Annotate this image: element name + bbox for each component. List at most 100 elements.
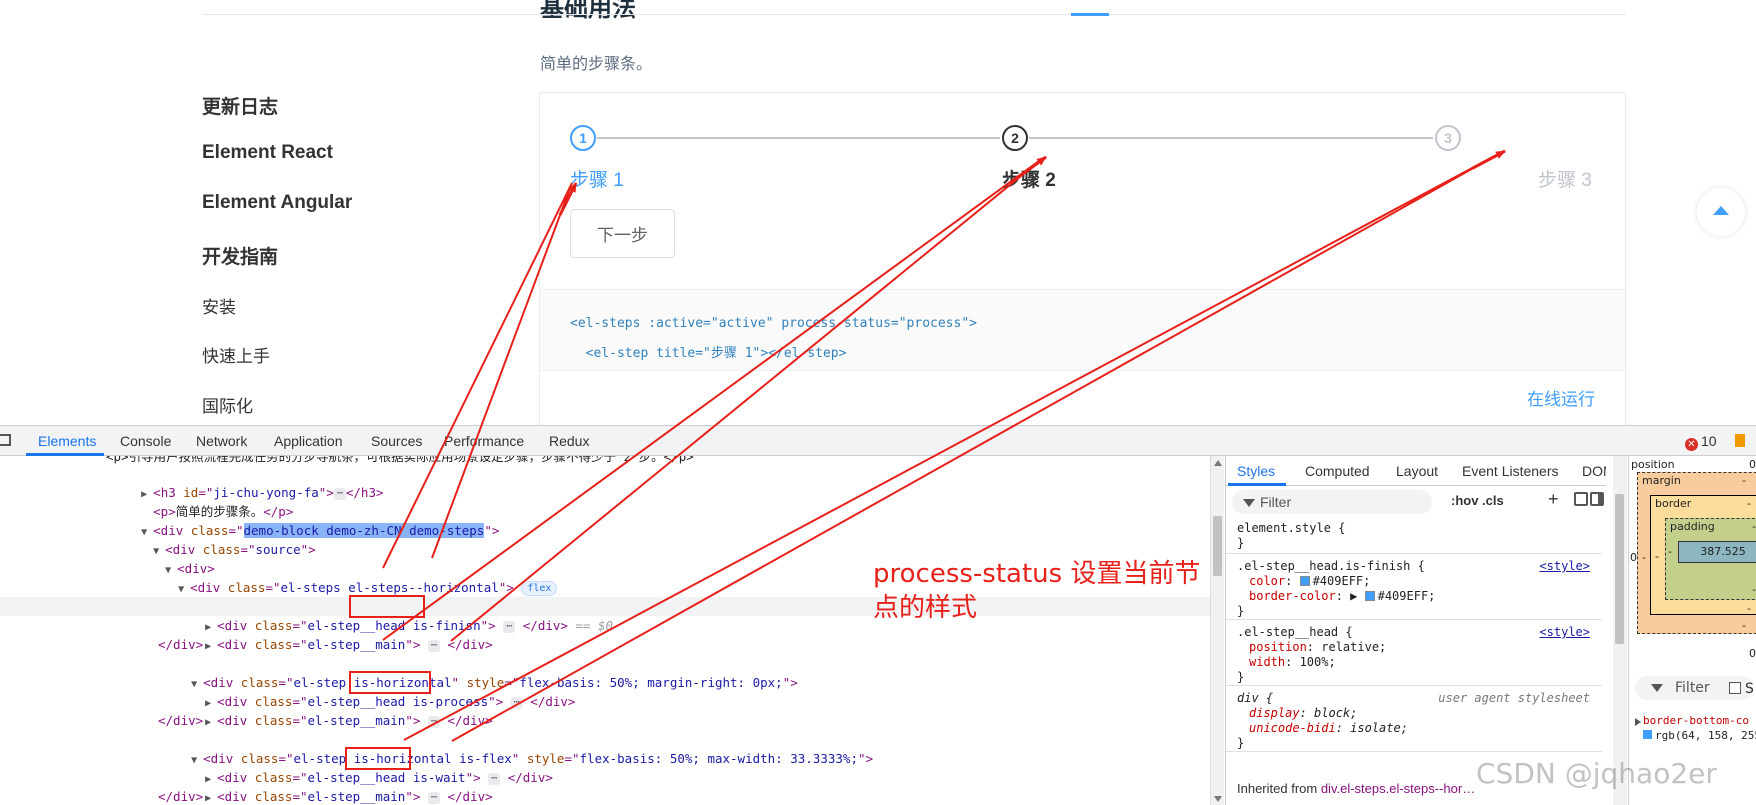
- step-line-1: [597, 137, 1000, 139]
- tab-sources[interactable]: Sources: [371, 433, 422, 449]
- color-swatch[interactable]: [1364, 591, 1375, 601]
- rule-step-head-finish[interactable]: .el-step__head.is-finish { <style> color…: [1226, 554, 1602, 620]
- filter-icon: [1243, 499, 1255, 507]
- box-border: border - - padding - - 387.525 - -: [1650, 495, 1756, 615]
- filter-icon: [1651, 684, 1663, 692]
- styles-filter-input[interactable]: Filter: [1232, 490, 1432, 514]
- ellipsis-badge[interactable]: ⋯: [503, 621, 516, 633]
- code-line-1: <el-steps :active="active" process-statu…: [570, 316, 977, 331]
- dom-tree: <p>引导用户按照流程完成任务的分步导航条，可根据实际应用场景设定步骤，步骤不得…: [0, 456, 1215, 805]
- tab-layout[interactable]: Layout: [1396, 463, 1438, 479]
- rule-element-style[interactable]: element.style { }: [1226, 518, 1602, 554]
- nav-changelog[interactable]: 更新日志: [202, 92, 278, 119]
- styles-scrollbar[interactable]: [1613, 456, 1627, 805]
- ellipsis-badge[interactable]: ⋯: [333, 488, 346, 500]
- watermark: CSDN @jqhao2er: [1476, 757, 1717, 790]
- ellipsis-badge[interactable]: ⋯: [510, 697, 523, 709]
- dom-demo-block[interactable]: ▼ <div class="demo-block demo-zh-CN demo-…: [96, 502, 499, 538]
- nav-element-react[interactable]: Element React: [202, 142, 333, 164]
- back-to-top-button[interactable]: [1697, 188, 1745, 236]
- dom-step-1-main[interactable]: ▶ <div class="el-step__main"> ⋯ </div>: [160, 616, 493, 652]
- step-line-2: [1029, 137, 1433, 139]
- highlight-is-wait: [345, 747, 411, 770]
- nav-quickstart[interactable]: 快速上手: [202, 342, 270, 367]
- dock-icon[interactable]: [0, 434, 11, 446]
- tab-computed[interactable]: Computed: [1305, 463, 1370, 479]
- dom-source[interactable]: ▼ <div class="source">: [108, 521, 316, 557]
- style-source-link[interactable]: <style>: [1539, 558, 1590, 574]
- nav-element-angular[interactable]: Element Angular: [202, 192, 352, 214]
- dom-step-2-close: </div>: [158, 713, 204, 728]
- error-counter[interactable]: ✕ 10: [1685, 433, 1717, 451]
- dom-el-steps[interactable]: ▼ <div class="el-steps el-steps--horizont…: [133, 559, 558, 596]
- scroll-down-icon[interactable]: [1214, 796, 1222, 802]
- ellipsis-badge[interactable]: ⋯: [427, 640, 440, 652]
- section-description: 简单的步骤条。: [540, 56, 653, 73]
- step-2-title: 步骤 2: [1002, 170, 1056, 191]
- tab-network[interactable]: Network: [196, 433, 247, 449]
- nav-i18n[interactable]: 国际化: [202, 392, 253, 417]
- show-all-checkbox[interactable]: [1729, 682, 1741, 694]
- box-position-bottom: 0: [1749, 647, 1756, 660]
- error-count: 10: [1701, 433, 1717, 449]
- expand-triangle-icon[interactable]: ▶: [205, 789, 217, 805]
- hov-cls-toggles[interactable]: :hov .cls: [1451, 493, 1504, 508]
- dom-h3[interactable]: ▶ <h3 id="ji-chu-yong-fa"> ⋯ </h3>: [96, 464, 384, 500]
- dom-step-2[interactable]: ▼ <div class="el-step is-horizontal" styl…: [146, 654, 798, 690]
- computed-prop-value: rgb(64, 158, 255): [1643, 729, 1756, 742]
- inherited-from: Inherited from div.el-steps.el-steps--ho…: [1237, 781, 1476, 796]
- toggle-sidebar-icon[interactable]: [1590, 492, 1604, 506]
- code-line-2: <el-step title="步骤 1"></el-step>: [570, 346, 847, 361]
- styles-scroll-thumb[interactable]: [1615, 494, 1624, 644]
- tab-event-listeners[interactable]: Event Listeners: [1462, 463, 1559, 479]
- expand-triangle-icon[interactable]: [1635, 718, 1641, 726]
- dom-p[interactable]: <p>简单的步骤条。</p>: [108, 483, 293, 519]
- tab-accent: [1071, 13, 1109, 16]
- inherited-from-link[interactable]: div.el-steps.el-steps--hor…: [1321, 781, 1475, 796]
- step-1-icon: 1: [570, 125, 596, 151]
- style-source-link[interactable]: <style>: [1539, 624, 1590, 640]
- computed-prop-name[interactable]: border-bottom-co: [1643, 714, 1749, 727]
- dom-step-1[interactable]: ▼<div class="el-step is-horizontal" styl…: [146, 578, 798, 614]
- step-2-icon: 2: [1002, 125, 1028, 151]
- next-step-button[interactable]: 下一步: [570, 209, 675, 258]
- paint-icon[interactable]: [1574, 492, 1588, 506]
- new-rule-icon[interactable]: +: [1548, 490, 1564, 508]
- styles-tab-underline: [1228, 483, 1286, 486]
- tab-redux[interactable]: Redux: [549, 433, 589, 449]
- dom-step-3-main[interactable]: ▶ <div class="el-step__main"> ⋯ </div>: [160, 768, 493, 804]
- dom-div[interactable]: ▼ <div>: [120, 540, 215, 576]
- tab-console[interactable]: Console: [120, 433, 171, 449]
- dom-step-1-close: </div>: [158, 637, 204, 652]
- box-content-size[interactable]: 387.525: [1678, 541, 1756, 563]
- highlight-is-process: [349, 671, 431, 694]
- rule-div-ua[interactable]: div { user agent stylesheet display: blo…: [1226, 686, 1602, 752]
- color-swatch[interactable]: [1299, 576, 1310, 586]
- steps: 1 步骤 1 2 步骤 2 3 步骤 3: [570, 123, 1592, 191]
- tab-dom-breakpoints[interactable]: DOM Breakpoints: [1582, 463, 1606, 479]
- ellipsis-badge[interactable]: ⋯: [427, 792, 440, 804]
- dom-step-3[interactable]: ▼ <div class="el-step is-horizontal is-fl…: [146, 730, 873, 766]
- scroll-up-icon[interactable]: [1214, 460, 1222, 466]
- docs-page: 基础用法 简单的步骤条。 更新日志 Element React Element …: [0, 0, 1756, 425]
- rule-step-head[interactable]: .el-step__head { <style> position: relat…: [1226, 620, 1602, 686]
- step-3-title: 步骤 3: [1538, 170, 1592, 191]
- annotation-text: process-status 设置当前节点的样式: [873, 559, 1201, 623]
- dom-step-2-main[interactable]: ▶ <div class="el-step__main"> ⋯ </div>: [160, 692, 493, 728]
- dom-scrollbar[interactable]: [1210, 456, 1224, 805]
- tab-styles[interactable]: Styles: [1237, 463, 1275, 479]
- tab-application[interactable]: Application: [274, 433, 343, 449]
- ellipsis-badge[interactable]: ⋯: [427, 716, 440, 728]
- tab-performance[interactable]: Performance: [444, 433, 524, 449]
- run-online-link[interactable]: 在线运行: [1527, 385, 1595, 410]
- warning-flag-icon[interactable]: [1735, 434, 1745, 447]
- step-3-icon: 3: [1435, 125, 1461, 151]
- tab-elements[interactable]: Elements: [38, 433, 96, 449]
- section-heading: 基础用法: [540, 0, 636, 22]
- devtools-tabbar: Elements Console Network Application Sou…: [0, 426, 1756, 456]
- box-position-label: position: [1631, 458, 1675, 471]
- show-all-label: S: [1745, 681, 1754, 697]
- box-position-value: 0: [1749, 458, 1756, 471]
- nav-install[interactable]: 安装: [202, 293, 236, 318]
- nav-dev-guide: 开发指南: [202, 247, 279, 268]
